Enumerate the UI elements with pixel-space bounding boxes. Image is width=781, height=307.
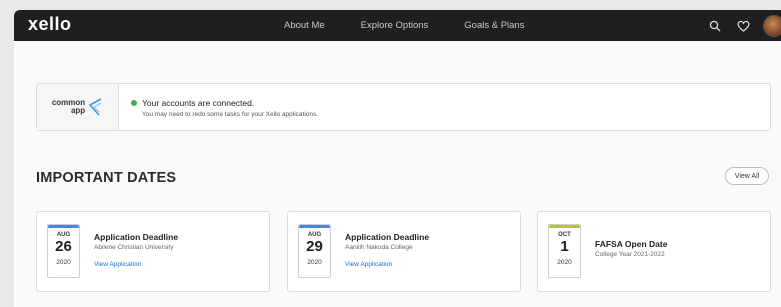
date-card[interactable]: AUG 29 2020 Application Deadline Aaniiih…	[287, 211, 521, 292]
date-card-body: Application Deadline Aaniiih Nakoda Coll…	[345, 232, 429, 268]
calendar-day: 26	[55, 238, 72, 255]
connection-title: Your accounts are connected.	[142, 98, 255, 108]
heart-icon[interactable]	[735, 18, 751, 34]
calendar-badge: AUG 29 2020	[298, 224, 331, 278]
search-icon[interactable]	[707, 18, 723, 34]
calendar-badge: OCT 1 2020	[548, 224, 581, 278]
calendar-year: 2020	[307, 259, 322, 266]
date-card-title: Application Deadline	[345, 232, 430, 242]
connection-message: Your accounts are connected. You may nee…	[119, 84, 318, 130]
xello-logo[interactable]: xello	[28, 14, 72, 35]
main-nav: About Me Explore Options Goals & Plans	[284, 10, 524, 41]
date-card-body: Application Deadline Abilene Christian U…	[94, 232, 178, 268]
date-card[interactable]: AUG 26 2020 Application Deadline Abilene…	[36, 211, 270, 292]
date-card-title: Application Deadline	[94, 232, 179, 242]
date-card-subtitle: College Year 2021-2022	[595, 251, 665, 258]
app-window: xello About Me Explore Options Goals & P…	[14, 10, 781, 307]
view-application-link[interactable]: View Application	[94, 261, 178, 268]
connection-banner: common app Your accounts are connected. …	[36, 83, 771, 131]
header-actions	[707, 10, 781, 41]
common-app-logo-line2: app	[70, 106, 86, 115]
date-card-subtitle: Aaniiih Nakoda College	[345, 244, 413, 251]
nav-about-me[interactable]: About Me	[284, 20, 325, 31]
date-card[interactable]: OCT 1 2020 FAFSA Open Date College Year …	[537, 211, 771, 292]
nav-goals-plans[interactable]: Goals & Plans	[464, 20, 524, 31]
calendar-day: 1	[560, 238, 569, 255]
calendar-year: 2020	[56, 259, 71, 266]
calendar-badge: AUG 26 2020	[47, 224, 80, 278]
status-dot-icon	[131, 100, 137, 106]
view-application-link[interactable]: View Application	[345, 261, 429, 268]
date-card-body: FAFSA Open Date College Year 2021-2022	[595, 239, 667, 258]
avatar[interactable]	[763, 14, 781, 37]
date-card-title: FAFSA Open Date	[595, 239, 668, 249]
date-card-subtitle: Abilene Christian University	[94, 244, 174, 251]
top-navigation-bar: xello About Me Explore Options Goals & P…	[14, 10, 781, 41]
common-app-logo: common app	[37, 84, 119, 130]
important-dates-heading: IMPORTANT DATES	[36, 170, 177, 186]
calendar-year: 2020	[557, 259, 572, 266]
nav-explore-options[interactable]: Explore Options	[361, 20, 429, 31]
view-all-button[interactable]: View All	[725, 167, 769, 185]
connection-subtitle: You may need to redo some tasks for your…	[142, 111, 319, 118]
calendar-day: 29	[306, 238, 323, 255]
